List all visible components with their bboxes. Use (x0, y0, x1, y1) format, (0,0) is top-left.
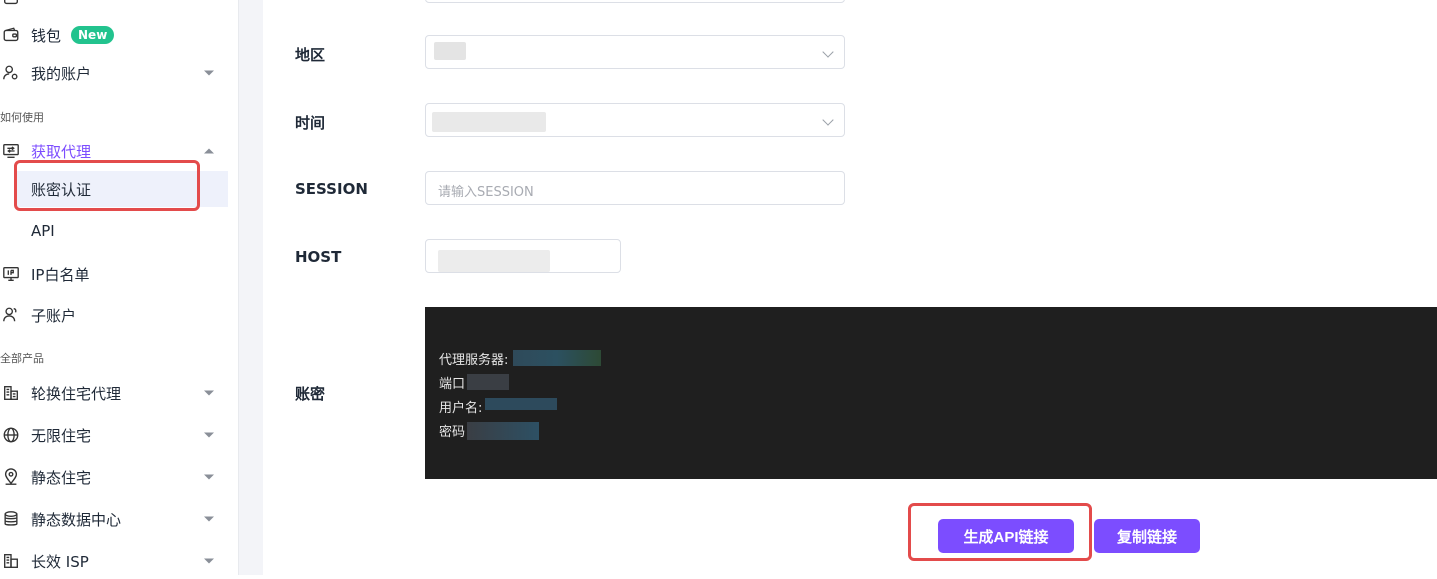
box-icon (1, 0, 21, 8)
password-label: 密码 (439, 425, 466, 440)
sidebar-item-label: 轮换住宅代理 (31, 384, 122, 403)
sidebar-item-static-residential[interactable]: 静态住宅 (0, 459, 228, 495)
username-line: 用户名: (439, 397, 482, 416)
time-label: 时间 (295, 114, 326, 132)
session-placeholder: 请输入SESSION (438, 185, 534, 200)
chevron-up-icon (204, 148, 214, 154)
sidebar-subitem-label: API (31, 222, 55, 240)
sidebar-item-label: 钱包 (31, 26, 62, 45)
proxy-server-label: 代理服务器: (439, 353, 509, 368)
sidebar-item-long-isp[interactable]: 长效 ISP (0, 543, 228, 579)
sidebar-item-sub-accounts[interactable]: 子账户 (0, 297, 228, 333)
chevron-down-icon (204, 558, 214, 564)
chevron-down-icon (204, 516, 214, 522)
sidebar-item-ip-whitelist[interactable]: IP白名单 (0, 256, 228, 292)
sidebar-item-label: 静态住宅 (31, 468, 92, 487)
port-line: 端口 (439, 373, 465, 392)
sidebar-item-label: 我的账户 (31, 64, 92, 83)
highlight-box-sidebar (14, 160, 200, 211)
sidebar-item-label: 静态数据中心 (31, 510, 122, 529)
map-pin-icon (1, 467, 21, 487)
password-line: 密码 (439, 421, 465, 440)
ip-monitor-icon (1, 264, 21, 284)
sidebar-item-partial[interactable] (0, 0, 228, 16)
time-select[interactable] (425, 103, 845, 137)
sidebar-subitem-api[interactable]: API (16, 213, 228, 249)
region-label: 地区 (295, 46, 326, 64)
sidebar-item-my-account[interactable]: 我的账户 (0, 55, 228, 91)
redacted-value (513, 350, 601, 366)
chevron-down-icon (204, 390, 214, 396)
sidebar-item-wallet[interactable]: 钱包 New (0, 17, 228, 53)
port-label: 端口 (439, 377, 466, 392)
host-label: HOST (295, 248, 342, 266)
redacted-value (485, 398, 557, 410)
chevron-down-icon (822, 46, 834, 58)
section-label-how-to-use: 如何使用 (0, 111, 44, 124)
sidebar: 钱包 New 我的账户 如何使用 获取代理 账密认证 API IP白名单 子账户 (0, 0, 239, 575)
building-icon (1, 383, 21, 403)
sidebar-item-static-datacenter[interactable]: 静态数据中心 (0, 501, 228, 537)
redacted-value (438, 250, 550, 272)
sidebar-item-rotating-residential[interactable]: 轮换住宅代理 (0, 375, 228, 411)
chevron-down-icon (204, 474, 214, 480)
host-input[interactable] (425, 239, 621, 273)
user-settings-icon (1, 63, 21, 83)
session-input[interactable]: 请输入SESSION (425, 171, 845, 205)
region-select[interactable] (425, 35, 845, 69)
account-label: 账密 (295, 385, 326, 403)
building-icon (1, 551, 21, 571)
wallet-icon (1, 25, 21, 45)
chevron-down-icon (822, 114, 834, 126)
sidebar-item-label: 获取代理 (31, 142, 92, 161)
sidebar-item-unlimited-residential[interactable]: 无限住宅 (0, 417, 228, 453)
user-group-icon (1, 305, 21, 325)
redacted-value (432, 112, 546, 132)
section-label-all-products: 全部产品 (0, 352, 44, 365)
database-icon (1, 509, 21, 529)
monitor-swap-icon (1, 141, 21, 161)
username-label: 用户名: (439, 401, 483, 416)
content-gutter (239, 0, 263, 575)
session-label: SESSION (295, 180, 368, 198)
sidebar-item-label: 长效 ISP (31, 552, 89, 571)
generate-api-link-button[interactable]: 生成API链接 (938, 519, 1074, 553)
sidebar-item-label: IP白名单 (31, 265, 90, 284)
sidebar-item-label: 无限住宅 (31, 426, 92, 445)
sidebar-item-label: 子账户 (31, 306, 77, 325)
redacted-value (467, 374, 509, 390)
globe-icon (1, 425, 21, 445)
redacted-value (467, 422, 539, 440)
new-badge: New (71, 26, 115, 44)
chevron-down-icon (204, 432, 214, 438)
credentials-output: 代理服务器: 端口 用户名: 密码 (425, 307, 1437, 479)
chevron-down-icon (204, 70, 214, 76)
proxy-server-line: 代理服务器: (439, 349, 508, 368)
partial-top-field[interactable] (425, 0, 845, 3)
copy-link-button[interactable]: 复制链接 (1094, 519, 1200, 553)
redacted-value (434, 42, 466, 60)
